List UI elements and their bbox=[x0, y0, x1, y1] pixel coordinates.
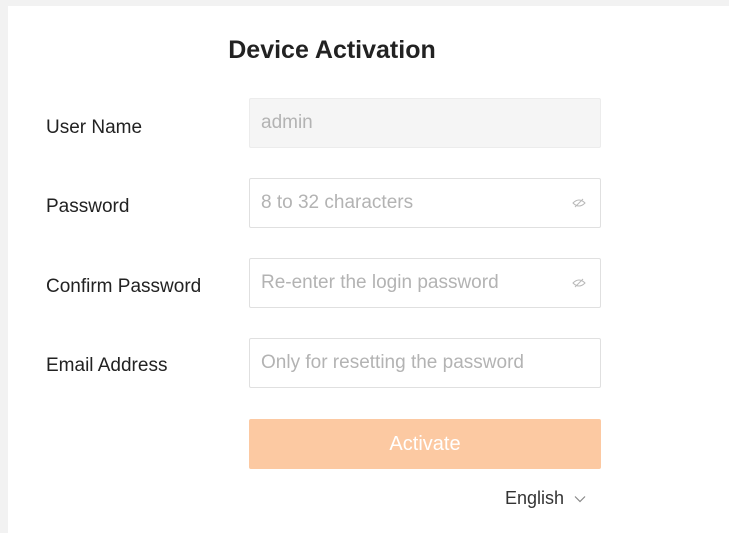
username-label: User Name bbox=[46, 117, 143, 138]
language-selector[interactable]: English bbox=[505, 488, 586, 509]
confirm-password-input[interactable] bbox=[250, 259, 600, 307]
confirm-password-label: Confirm Password bbox=[46, 276, 202, 297]
activation-card: Device Activation User Name Password Con… bbox=[8, 6, 729, 533]
username-field-box bbox=[249, 98, 601, 148]
eye-off-icon[interactable] bbox=[571, 195, 587, 211]
password-field-box bbox=[249, 178, 601, 228]
activate-button[interactable]: Activate bbox=[249, 419, 601, 469]
page-title: Device Activation bbox=[228, 36, 436, 64]
confirm-password-field-box bbox=[249, 258, 601, 308]
eye-off-icon[interactable] bbox=[571, 275, 587, 291]
email-label: Email Address bbox=[46, 355, 168, 376]
password-label: Password bbox=[46, 196, 130, 217]
username-input[interactable] bbox=[250, 99, 600, 147]
password-input[interactable] bbox=[250, 179, 600, 227]
chevron-down-icon bbox=[574, 495, 586, 503]
email-field-box bbox=[249, 338, 601, 388]
email-input[interactable] bbox=[250, 339, 600, 387]
language-label: English bbox=[505, 488, 565, 508]
